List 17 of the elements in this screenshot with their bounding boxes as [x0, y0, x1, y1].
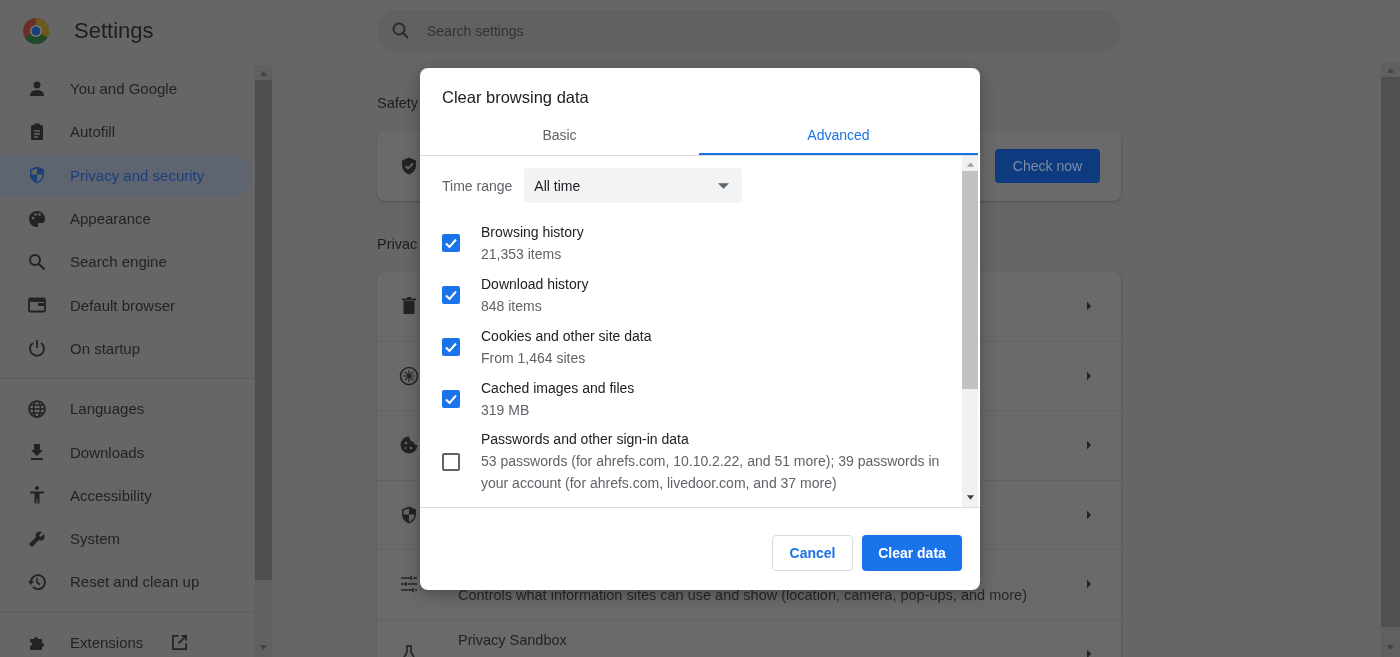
option-detail: 848 items [481, 296, 543, 316]
row-description: Controls what information sites can use and show (location, camera, pop-ups, and more) [458, 587, 1028, 604]
option-detail: 319 MB [481, 400, 531, 420]
section-heading: Safety [377, 95, 419, 111]
option-label: Browsing history [481, 222, 584, 242]
page-title: Settings [74, 18, 154, 44]
row-title: Privacy Sandbox [458, 631, 568, 648]
option-detail: From 1,464 sites [481, 348, 587, 368]
option-label: Cached images and files [481, 378, 635, 398]
option-detail: 21,353 items [481, 244, 563, 264]
option-label: Cookies and other site data [481, 326, 652, 346]
option-label: Download history [481, 274, 589, 294]
option-detail: 53 passwords (for ahrefs.com, 10.10.2.22, and 51 more); 39 passwords in your account (for ahrefs.com, livedoor.com, and 37 more) [481, 452, 941, 493]
dialog-title: Clear browsing data [441, 87, 590, 107]
time-range-label: Time range [442, 177, 513, 194]
option-label: Passwords and other sign-in data [481, 430, 690, 449]
section-heading: Privac [377, 236, 418, 252]
